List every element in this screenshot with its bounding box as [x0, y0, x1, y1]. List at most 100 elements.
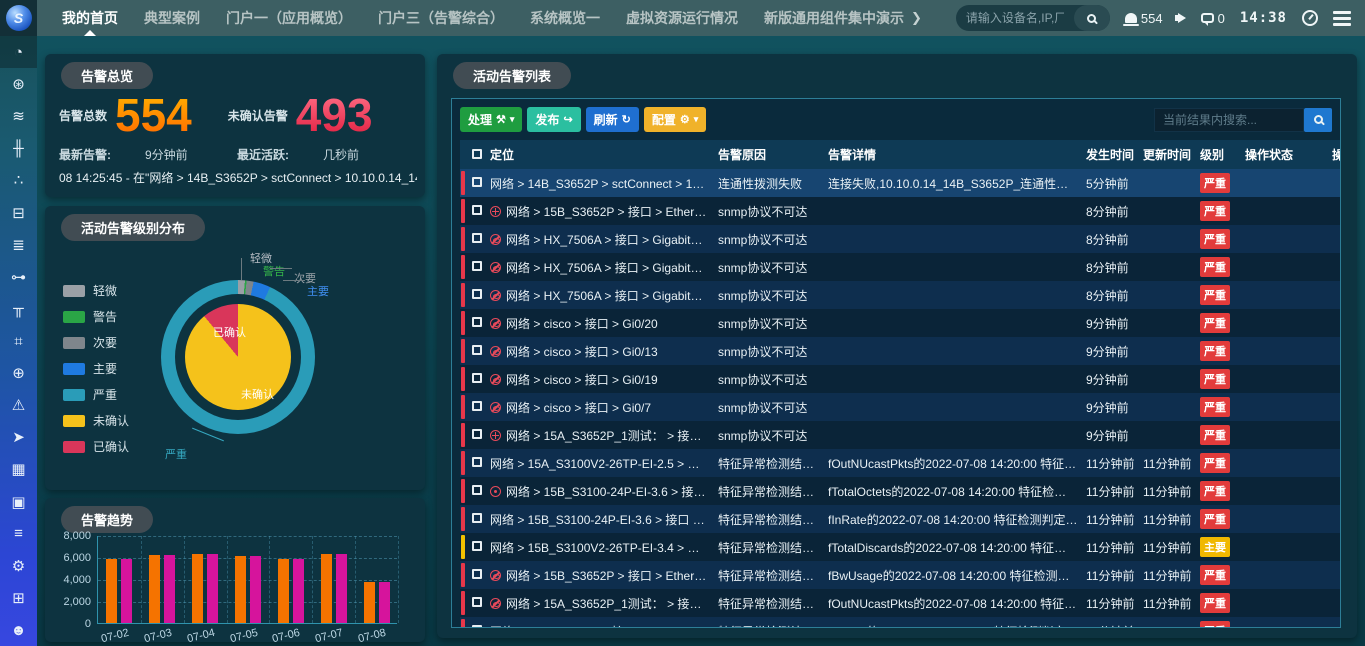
sidebar-item-dashboard[interactable]: ◔ — [0, 36, 37, 68]
legend-item-5[interactable]: 未确认 — [63, 412, 129, 429]
cell-detail[interactable]: fTotalOctets的2022-07-08 14:20:00 特征检测判定.… — [824, 477, 1082, 505]
cell-location[interactable]: 网络 > HX_7506A > 接口 > GigabitEthern... — [486, 253, 714, 281]
bar-group-07-05[interactable] — [227, 556, 270, 623]
alarm-row[interactable]: 网络 > 14B_S3652P > sctConnect > 10.10.0..… — [460, 169, 1341, 197]
cell-location[interactable]: 网络 > cisco > 接口 > Gi0/19 — [486, 365, 714, 393]
cell-location[interactable]: 网络 > 15B_S3100V2-26TP-EI-3.4 > 接口 > ... — [486, 533, 714, 561]
legend-item-3[interactable]: 主要 — [63, 360, 129, 377]
messages[interactable]: 0 — [1201, 11, 1225, 26]
cell-location[interactable]: 网络 > 15B_S3100-24P-EI-3.6 > 接口 > Ethe... — [486, 505, 714, 533]
sidebar-item-mesh[interactable]: ⌗ — [0, 325, 37, 357]
alarm-row[interactable]: 网络 > 16A_S3652P > 接口 > Ethernet3/0/14特征异… — [460, 617, 1341, 628]
toolbar-button-发布[interactable]: 发布↪ — [527, 107, 580, 132]
legend-item-4[interactable]: 严重 — [63, 386, 129, 403]
cell-location[interactable]: 网络 > 14B_S3652P > sctConnect > 10.10.0..… — [486, 169, 714, 197]
alarm-row[interactable]: 网络 > cisco > 接口 > Gi0/19snmp协议不可达9分钟前严重 — [460, 365, 1341, 393]
toolbar-button-处理[interactable]: 处理⚒▾ — [460, 107, 522, 132]
cell-location[interactable]: 网络 > 15A_S3652P_1测试： > 接口 > Eth... — [486, 589, 714, 617]
column-header-2[interactable]: 告警详情 — [824, 140, 1082, 169]
row-checkbox[interactable] — [472, 625, 482, 628]
bar-group-07-02[interactable] — [98, 559, 141, 623]
ack-state-pie[interactable] — [185, 304, 291, 410]
cell-detail[interactable]: fInRate的2022-07-08 14:20:00 特征检测判定为严重... — [824, 617, 1082, 628]
bar-group-07-08[interactable] — [355, 582, 398, 623]
alarm-row[interactable]: 网络 > HX_7506A > 接口 > GigabitEthern...snm… — [460, 281, 1341, 309]
row-checkbox[interactable] — [472, 177, 482, 187]
alarm-row[interactable]: 网络 > 15B_S3100V2-26TP-EI-3.4 > 接口 > ...特… — [460, 533, 1341, 561]
column-header-7[interactable]: 操 — [1328, 140, 1341, 169]
column-header-4[interactable]: 更新时间 — [1139, 140, 1196, 169]
toolbar-button-配置[interactable]: 配置⚙▾ — [644, 107, 706, 132]
cell-location[interactable]: 网络 > 15A_S3652P_1测试： > 接口 > Eth... — [486, 421, 714, 449]
nav-item-1[interactable]: 典型案例 — [131, 0, 213, 36]
row-checkbox[interactable] — [472, 289, 482, 299]
sidebar-item-device-filter[interactable]: ⊟ — [0, 197, 37, 229]
nav-item-3[interactable]: 门户三（告警综合） — [365, 0, 517, 36]
alarm-row[interactable]: 网络 > 15A_S3652P_1测试： > 接口 > Eth...特征异常检测… — [460, 589, 1341, 617]
cell-location[interactable]: 网络 > HX_7506A > 接口 > GigabitEthern... — [486, 225, 714, 253]
global-search-button[interactable] — [1074, 5, 1110, 31]
sidebar-item-report[interactable]: ▣ — [0, 486, 37, 518]
list-search-input[interactable] — [1154, 108, 1304, 132]
row-checkbox[interactable] — [472, 513, 482, 523]
list-search-button[interactable] — [1304, 108, 1332, 132]
legend-item-1[interactable]: 警告 — [63, 308, 129, 325]
sidebar-item-performance-wave[interactable]: ≋ — [0, 100, 37, 132]
alarm-row[interactable]: 网络 > 15B_S3100-24P-EI-3.6 > 接口 > Et...特征… — [460, 477, 1341, 505]
alarm-row[interactable]: 网络 > cisco > 接口 > Gi0/7snmp协议不可达9分钟前严重 — [460, 393, 1341, 421]
alarm-row[interactable]: 网络 > cisco > 接口 > Gi0/13snmp协议不可达9分钟前严重 — [460, 337, 1341, 365]
bar-group-07-03[interactable] — [141, 555, 184, 623]
row-checkbox[interactable] — [472, 541, 482, 551]
cell-location[interactable]: 网络 > cisco > 接口 > Gi0/13 — [486, 337, 714, 365]
row-checkbox[interactable] — [472, 317, 482, 327]
row-checkbox[interactable] — [472, 429, 482, 439]
row-checkbox[interactable] — [472, 401, 482, 411]
cell-location[interactable]: 网络 > 15B_S3652P > 接口 > Ethernet1/0... — [486, 197, 714, 225]
row-checkbox[interactable] — [472, 597, 482, 607]
cell-location[interactable]: 网络 > cisco > 接口 > Gi0/7 — [486, 393, 714, 421]
select-all-checkbox[interactable] — [472, 149, 482, 159]
column-header-6[interactable]: 操作状态 — [1241, 140, 1328, 169]
row-checkbox[interactable] — [472, 485, 482, 495]
nav-item-0[interactable]: 我的首页 — [49, 0, 131, 36]
sidebar-item-flow[interactable]: ⊶ — [0, 261, 37, 293]
nav-item-4[interactable]: 系统概览一 — [517, 0, 613, 36]
row-checkbox[interactable] — [472, 569, 482, 579]
column-header-1[interactable]: 告警原因 — [714, 140, 824, 169]
sound-toggle[interactable] — [1178, 13, 1186, 23]
column-header-3[interactable]: 发生时间 — [1082, 140, 1139, 169]
cell-location[interactable]: 网络 > 15B_S3100-24P-EI-3.6 > 接口 > Et... — [486, 477, 714, 505]
notifications-bell[interactable]: 554 — [1125, 11, 1163, 26]
row-checkbox[interactable] — [472, 373, 482, 383]
column-header-5[interactable]: 级别 — [1196, 140, 1241, 169]
cell-detail[interactable]: fInRate的2022-07-08 14:20:00 特征检测判定为严重... — [824, 505, 1082, 533]
sidebar-item-settings[interactable]: ⚙ — [0, 550, 37, 582]
cell-detail[interactable]: fOutNUcastPkts的2022-07-08 14:20:00 特征检测.… — [824, 589, 1082, 617]
nav-item-6[interactable]: 新版通用组件集中演示 — [751, 0, 917, 36]
alarm-row[interactable]: 网络 > 15B_S3100-24P-EI-3.6 > 接口 > Ethe...… — [460, 505, 1341, 533]
global-search-input[interactable] — [956, 11, 1074, 25]
nav-item-2[interactable]: 门户一（应用概览） — [213, 0, 365, 36]
sidebar-item-alert[interactable]: ⚠ — [0, 389, 37, 421]
sidebar-item-user[interactable]: ☻ — [0, 614, 37, 646]
sidebar-item-calendar[interactable]: ▦ — [0, 453, 37, 485]
hamburger-menu-icon[interactable] — [1333, 11, 1351, 26]
cell-location[interactable]: 网络 > HX_7506A > 接口 > GigabitEthern... — [486, 281, 714, 309]
column-header-0[interactable]: 定位 — [486, 140, 714, 169]
bar-group-07-04[interactable] — [184, 554, 227, 623]
sidebar-item-server-list[interactable]: ≣ — [0, 229, 37, 261]
cell-location[interactable]: 网络 > 16A_S3652P > 接口 > Ethernet3/0/14 — [486, 617, 714, 628]
sidebar-item-send[interactable]: ➤ — [0, 421, 37, 453]
legend-item-0[interactable]: 轻微 — [63, 282, 129, 299]
legend-item-2[interactable]: 次要 — [63, 334, 129, 351]
row-checkbox[interactable] — [472, 457, 482, 467]
alarm-row[interactable]: 网络 > 15B_S3652P > 接口 > Ethernet1/0...特征异… — [460, 561, 1341, 589]
cell-location[interactable]: 网络 > 15B_S3652P > 接口 > Ethernet1/0... — [486, 561, 714, 589]
sidebar-item-topology[interactable]: ⊛ — [0, 68, 37, 100]
sidebar-item-globe[interactable]: ⊕ — [0, 357, 37, 389]
row-checkbox[interactable] — [472, 261, 482, 271]
bar-group-07-06[interactable] — [269, 559, 312, 623]
sidebar-item-folder-star[interactable]: ⊞ — [0, 582, 37, 614]
alarm-row[interactable]: 网络 > HX_7506A > 接口 > GigabitEthern...snm… — [460, 225, 1341, 253]
cell-detail[interactable]: fTotalDiscards的2022-07-08 14:20:00 特征检测判… — [824, 533, 1082, 561]
